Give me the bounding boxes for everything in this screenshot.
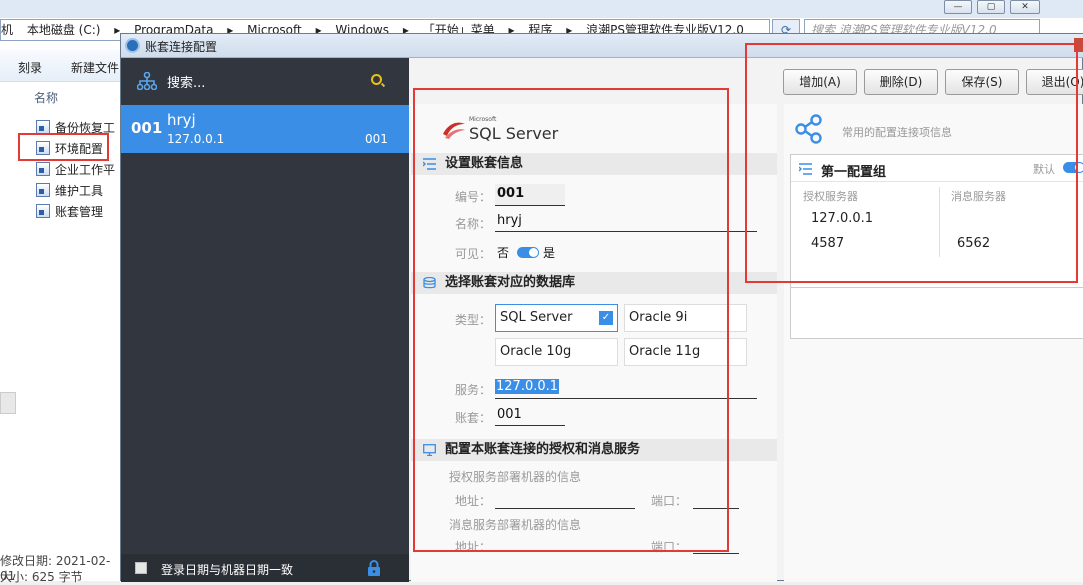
shortcut-icon xyxy=(36,162,50,176)
column-header-name[interactable]: 名称 xyxy=(34,89,58,106)
msg-port-field[interactable] xyxy=(693,553,739,554)
shortcut-icon xyxy=(36,183,50,197)
explorer-toolbar: 刻录 新建文件 xyxy=(0,50,120,82)
search-icon[interactable] xyxy=(371,74,382,85)
account-ip: 127.0.0.1 xyxy=(167,132,225,146)
highlight-box xyxy=(18,133,109,161)
status-details: 修改日期: 2021-02-01 大小: 625 字节 xyxy=(0,552,120,584)
date-sync-label: 登录日期与机器日期一致 xyxy=(161,563,294,577)
file-item[interactable]: 企业工作平 xyxy=(36,160,115,178)
address-part[interactable]: 机 xyxy=(1,23,13,37)
file-item[interactable]: 维护工具 xyxy=(36,181,103,199)
dialog-title: 账套连接配置 xyxy=(145,40,218,54)
tree-icon xyxy=(137,72,157,90)
sidebar-search[interactable]: 搜索... xyxy=(121,58,409,104)
search-placeholder[interactable]: 搜索... xyxy=(167,72,205,91)
explorer-titlebar: — ▢ ✕ xyxy=(0,0,1083,18)
account-sidebar: 搜索... 001 hryj 127.0.0.1 001 登录日期与机器日期一致 xyxy=(121,58,409,582)
file-name: 维护工具 xyxy=(55,183,104,198)
highlight-box xyxy=(413,88,729,552)
app-icon xyxy=(125,38,140,53)
shortcut-icon xyxy=(36,204,50,218)
file-size: 大小: 625 字节 xyxy=(0,570,83,584)
file-name: 账套管理 xyxy=(55,204,104,219)
address-part[interactable]: 本地磁盘 (C:) xyxy=(27,23,101,37)
account-list-item[interactable]: 001 hryj 127.0.0.1 001 xyxy=(121,105,409,153)
account-code: 001 xyxy=(131,119,163,137)
divider xyxy=(791,287,1083,288)
file-name: 企业工作平 xyxy=(55,162,116,177)
burn-button[interactable]: 刻录 xyxy=(18,59,42,76)
date-sync-checkbox[interactable] xyxy=(135,562,147,574)
file-item[interactable]: 账套管理 xyxy=(36,202,103,220)
account-code-secondary: 001 xyxy=(365,132,388,146)
account-name: hryj xyxy=(167,111,196,129)
minimize-button[interactable]: — xyxy=(944,0,972,14)
scrollbar[interactable] xyxy=(0,392,16,414)
sidebar-footer: 登录日期与机器日期一致 xyxy=(121,554,409,582)
new-folder-button[interactable]: 新建文件 xyxy=(71,59,119,76)
maximize-button[interactable]: ▢ xyxy=(977,0,1005,14)
lock-icon[interactable] xyxy=(367,560,381,576)
modified-date: 修改日期: 2021-02-01 xyxy=(0,554,111,583)
close-button[interactable]: ✕ xyxy=(1010,0,1040,14)
shortcut-icon xyxy=(36,120,50,134)
highlight-box xyxy=(745,43,1078,283)
